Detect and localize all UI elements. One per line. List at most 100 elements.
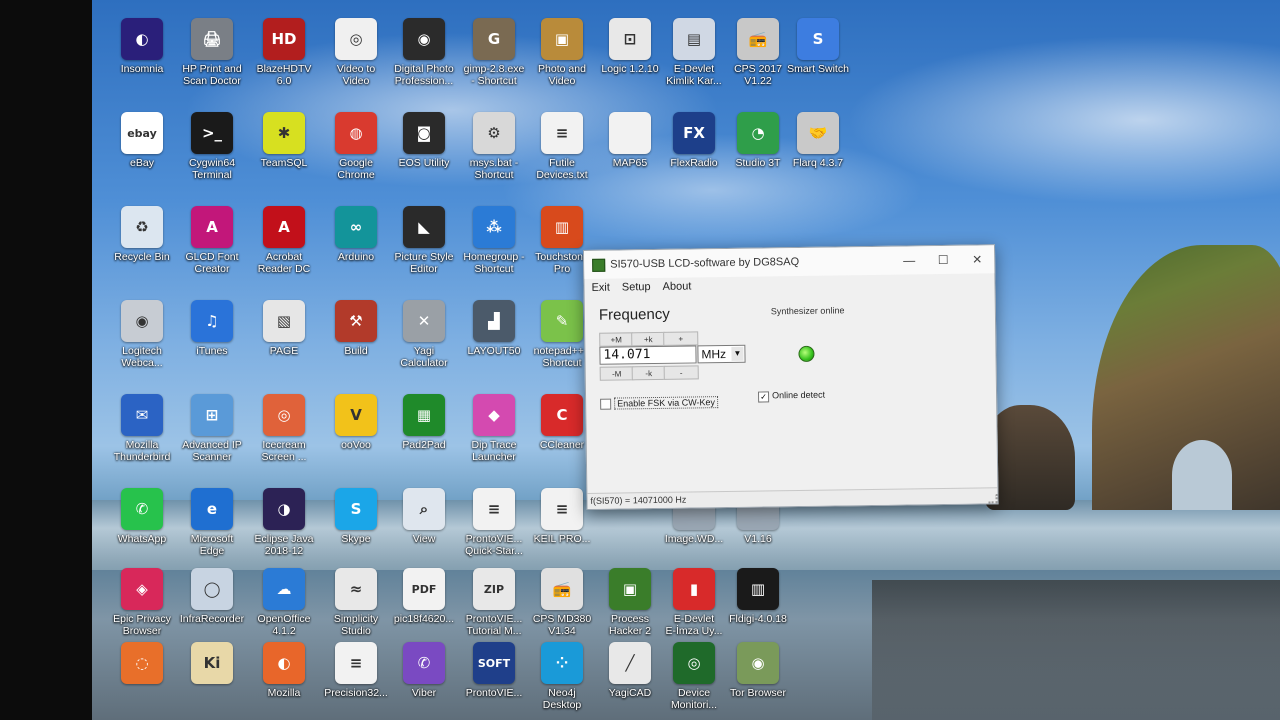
desktop-icon[interactable]: ▦ Pad2Pad xyxy=(386,394,462,451)
desktop-icon[interactable]: ◌ xyxy=(104,642,180,687)
desktop-icon[interactable]: Ggimp-2.8.exe - Shortcut xyxy=(456,18,532,87)
desktop-icon[interactable]: ✕ Yagi Calculator xyxy=(386,300,462,369)
si570-app-window[interactable]: SI570-USB LCD-software by DG8SAQ — ☐ ✕ E… xyxy=(583,244,999,510)
desktop-icon-label: Logitech Webca... xyxy=(121,345,163,369)
desktop-icon[interactable]: ▧ PAGE xyxy=(246,300,322,357)
desktop-icon[interactable]: ⚙ msys.bat - Shortcut xyxy=(456,112,532,181)
e-imza-icon: ▮ xyxy=(673,568,715,610)
step-down-hz-button[interactable]: - xyxy=(663,365,699,380)
menu-exit[interactable]: Exit xyxy=(591,282,610,294)
text-file-icon: ≡ xyxy=(541,112,583,154)
online-detect-label: Online detect xyxy=(771,389,826,401)
recycle-bin-icon: ♻ xyxy=(121,206,163,248)
desktop-icon-label: BlazeHDTV 6.0 xyxy=(256,63,312,87)
step-up-khz-button[interactable]: +k xyxy=(631,331,666,347)
desktop-icon[interactable]: ◯ InfraRecorder xyxy=(174,568,250,625)
desktop-icon[interactable]: ✆ Viber xyxy=(386,642,462,699)
desktop-icon[interactable]: A Acrobat Reader DC xyxy=(246,206,322,275)
desktop-icon-label: Image.WD... xyxy=(664,533,724,545)
desktop-icon[interactable]: ♻ Recycle Bin xyxy=(104,206,180,263)
desktop-icon[interactable]: ◈ Epic Privacy Browser xyxy=(104,568,180,637)
desktop-icon[interactable]: ▣ Photo and Video xyxy=(524,18,600,87)
desktop-icon[interactable]: ≈ Simplicity Studio xyxy=(318,568,394,637)
desktop-icon[interactable]: ∞ Arduino xyxy=(318,206,394,263)
frequency-input[interactable]: 14.071 xyxy=(599,345,697,365)
desktop-icon[interactable]: ◑ Eclipse Java 2018-12 xyxy=(246,488,322,557)
desktop-icon[interactable]: ◆ Dip Trace Launcher xyxy=(456,394,532,463)
desktop-icon[interactable]: ⁘ Neo4j Desktop xyxy=(524,642,600,711)
desktop-icon-label: Mozilla Thunderbird xyxy=(113,439,171,463)
epic-browser-icon: ◈ xyxy=(121,568,163,610)
step-down-khz-button[interactable]: -k xyxy=(631,365,666,381)
desktop-icon[interactable]: e Microsoft Edge xyxy=(174,488,250,557)
desktop-icon[interactable]: ◉ Tor Browser xyxy=(720,642,796,699)
desktop-icon[interactable]: HD BlazeHDTV 6.0 xyxy=(246,18,322,87)
unit-select[interactable]: MHz ▼ xyxy=(697,344,746,364)
desktop-icon[interactable]: ≡ Precision32... xyxy=(318,642,394,699)
desktop-icon-label: PAGE xyxy=(269,345,299,357)
menu-about[interactable]: About xyxy=(663,280,692,292)
desktop-icon[interactable]: ◙ EOS Utility xyxy=(386,112,462,169)
desktop-icon[interactable]: ≡ Futile Devices.txt xyxy=(524,112,600,181)
desktop-icon[interactable]: ◣ Picture Style Editor xyxy=(386,206,462,275)
desktop-icon[interactable]: 📻 CPS MD380 V1.34 xyxy=(524,568,600,637)
menu-setup[interactable]: Setup xyxy=(622,281,651,293)
desktop-icon[interactable]: ZIP ProntoVIE... Tutorial M... xyxy=(456,568,532,637)
smart-switch-icon: S xyxy=(797,18,839,60)
desktop-icon[interactable]: ✉ Mozilla Thunderbird xyxy=(104,394,180,463)
logic-analyzer-icon: ⊡ xyxy=(609,18,651,60)
step-up-hz-button[interactable]: + xyxy=(663,331,699,346)
desktop-icon[interactable]: ≡ ProntoVIE... Quick-Star... xyxy=(456,488,532,557)
desktop-icon[interactable]: S Skype xyxy=(318,488,394,545)
view-icon: ⌕ xyxy=(403,488,445,530)
photo-icon: ▣ xyxy=(541,18,583,60)
desktop-icon[interactable]: ▟ LAYOUT50 xyxy=(456,300,532,357)
insomnia-icon: ◐ xyxy=(121,18,163,60)
desktop-icon[interactable]: ⁂ Homegroup - Shortcut xyxy=(456,206,532,275)
desktop-icon[interactable]: S Smart Switch xyxy=(780,18,856,75)
desktop-icon[interactable]: ⊞ Advanced IP Scanner xyxy=(174,394,250,463)
maximize-button[interactable]: ☐ xyxy=(926,253,960,267)
desktop-icon[interactable]: ebay eBay xyxy=(104,112,180,169)
rock-formation-left xyxy=(985,405,1075,510)
desktop-icon[interactable]: VooVoo xyxy=(318,394,394,451)
desktop-icon-label: Futile Devices.txt xyxy=(536,157,588,181)
desktop-icon[interactable]: 🖨 HP Print and Scan Doctor xyxy=(174,18,250,87)
desktop-icon[interactable]: ⚒ Build xyxy=(318,300,394,357)
step-down-mhz-button[interactable]: -M xyxy=(599,366,634,381)
desktop-icon[interactable]: ✆ WhatsApp xyxy=(104,488,180,545)
desktop-icon[interactable]: SOFT ProntoVIE... xyxy=(456,642,532,699)
desktop-icon[interactable]: ✱ TeamSQL xyxy=(246,112,322,169)
desktop-icon[interactable]: ▥ Fldigi-4.0.18 xyxy=(720,568,796,625)
desktop-icon[interactable]: 🤝 Flarq 4.3.7 xyxy=(780,112,856,169)
desktop-icon[interactable]: >_ Cygwin64 Terminal xyxy=(174,112,250,181)
step-up-mhz-button[interactable]: +M xyxy=(599,332,634,347)
desktop-icon[interactable]: Ki xyxy=(174,642,250,687)
desktop-icon-label: Mozilla xyxy=(267,687,301,699)
desktop-icon[interactable]: ⌕ View xyxy=(386,488,462,545)
close-button[interactable]: ✕ xyxy=(960,252,994,266)
desktop-icon[interactable]: ◉ Digital Photo Profession... xyxy=(386,18,462,87)
desktop-icon[interactable]: ◉ Logitech Webca... xyxy=(104,300,180,369)
picture-style-icon: ◣ xyxy=(403,206,445,248)
desktop-icon[interactable]: ☁ OpenOffice 4.1.2 xyxy=(246,568,322,637)
chevron-down-icon[interactable]: ▼ xyxy=(731,346,744,361)
desktop-icon[interactable]: ◍ Google Chrome xyxy=(318,112,394,181)
file-icon xyxy=(609,112,651,154)
desktop-icon[interactable]: ◎ Video to Video xyxy=(318,18,394,87)
minimize-button[interactable]: — xyxy=(892,253,926,267)
desktop-icon[interactable]: PDF pic18f4620... xyxy=(386,568,462,625)
screen-recorder-icon: ◎ xyxy=(263,394,305,436)
desktop-icon-label: Logic 1.2.10 xyxy=(601,63,659,75)
desktop-icon[interactable]: A GLCD Font Creator xyxy=(174,206,250,275)
flexradio-icon: FX xyxy=(673,112,715,154)
desktop-icon[interactable]: ♫ iTunes xyxy=(174,300,250,357)
desktop-icon[interactable]: ◎ Icecream Screen ... xyxy=(246,394,322,463)
online-detect-checkbox[interactable]: ✓ xyxy=(757,391,770,403)
resize-grip[interactable] xyxy=(988,494,998,504)
eos-camera-icon: ◙ xyxy=(403,112,445,154)
desktop-icon[interactable]: ◐ Insomnia xyxy=(104,18,180,75)
desktop-icon[interactable]: ◐ Mozilla xyxy=(246,642,322,699)
fsk-checkbox[interactable] xyxy=(600,398,612,410)
desktop-icon-label: Build xyxy=(344,345,368,357)
